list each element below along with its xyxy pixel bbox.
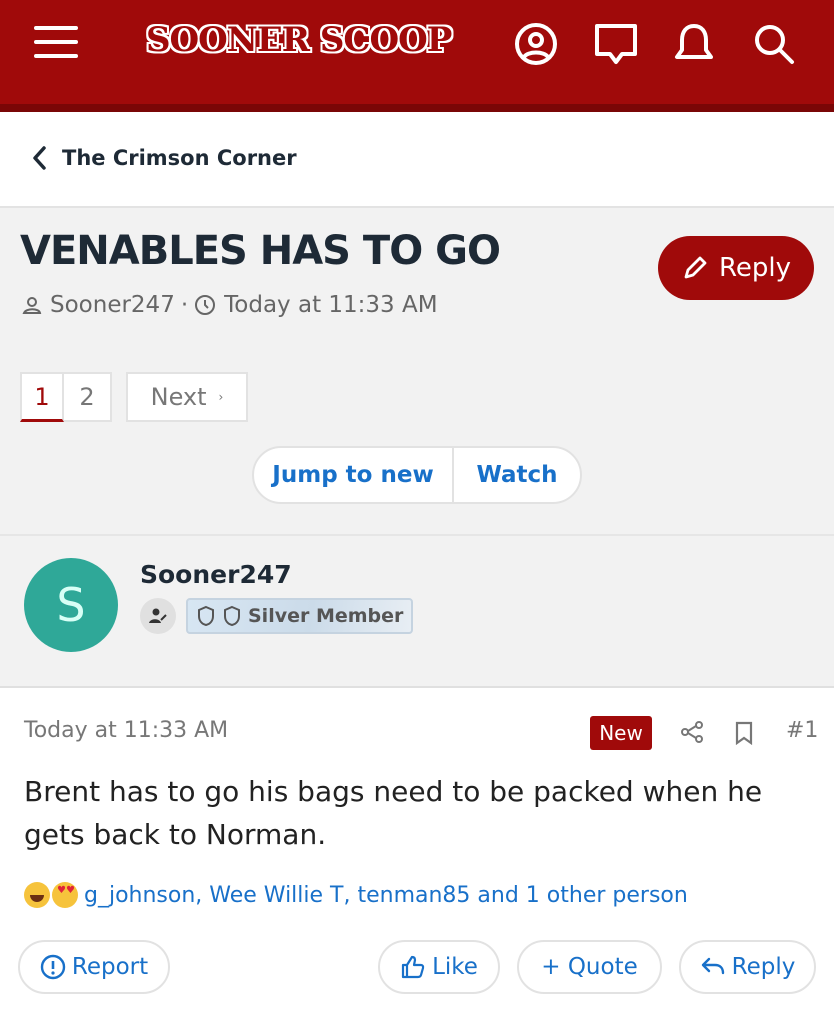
post-number[interactable]: #1: [786, 718, 818, 743]
like-button[interactable]: Like: [378, 940, 500, 994]
reply-thread-button[interactable]: Reply: [658, 236, 814, 300]
jump-to-new-button[interactable]: Jump to new: [254, 448, 454, 502]
avatar[interactable]: S: [24, 558, 118, 652]
next-page-label: Next: [150, 383, 207, 411]
search-icon[interactable]: [750, 20, 798, 68]
chevron-left-icon: [33, 146, 46, 170]
like-label: Like: [432, 954, 478, 980]
bookmark-icon[interactable]: [734, 721, 754, 745]
report-label: Report: [71, 954, 149, 980]
post-body: Brent has to go his bags need to be pack…: [24, 775, 763, 851]
breadcrumb-label: The Crimson Corner: [62, 146, 297, 170]
thread-header: VENABLES HAS TO GO Reply Sooner247 · Tod…: [0, 210, 834, 534]
user-icon: [22, 297, 42, 314]
shield-icon: [224, 605, 240, 627]
post: Today at 11:33 AM New #1 Brent has to go…: [0, 688, 834, 1023]
thread-meta: Sooner247 · Today at 11:33 AM: [22, 292, 438, 318]
thread-author[interactable]: Sooner247: [50, 292, 175, 318]
shield-icon: [198, 605, 214, 627]
alert-icon: [40, 954, 66, 980]
user-title-badge: Silver Member: [186, 598, 414, 634]
page-1-link[interactable]: 1: [20, 372, 64, 422]
reactions-bar[interactable]: g_johnson, Wee Willie T, tenman85 and 1 …: [24, 882, 688, 908]
user-edit-icon: [140, 598, 176, 634]
reply-thread-label: Reply: [718, 253, 791, 283]
report-button[interactable]: Report: [18, 940, 170, 994]
site-logo[interactable]: SOONER SCOOP: [146, 20, 452, 60]
pencil-icon: [684, 256, 707, 279]
account-icon[interactable]: [512, 20, 560, 68]
quote-button[interactable]: + Quote: [517, 940, 662, 994]
page-title: VENABLES HAS TO GO: [20, 228, 501, 274]
alerts-icon[interactable]: [670, 20, 718, 68]
post-time[interactable]: Today at 11:33 AM: [24, 718, 228, 743]
breadcrumb-bar: The Crimson Corner: [0, 112, 834, 208]
thumbs-up-icon: [401, 955, 425, 979]
thread-time[interactable]: Today at 11:33 AM: [224, 292, 437, 318]
menu-icon[interactable]: [34, 26, 78, 62]
top-bar: SOONER SCOOP: [0, 0, 834, 112]
pagination: 1 2 Next ›: [20, 372, 248, 422]
reply-post-label: Reply: [731, 954, 796, 980]
clock-icon: [195, 295, 216, 315]
watch-button[interactable]: Watch: [454, 448, 580, 502]
conversations-icon[interactable]: [592, 20, 640, 68]
meta-separator: ·: [180, 292, 189, 318]
reaction-users[interactable]: g_johnson, Wee Willie T, tenman85 and 1 …: [84, 883, 688, 908]
share-icon[interactable]: [680, 720, 704, 744]
breadcrumb[interactable]: The Crimson Corner: [32, 146, 297, 170]
reply-arrow-icon: [701, 957, 724, 975]
chevron-right-icon: ›: [218, 390, 224, 404]
laugh-emoji-icon: [24, 882, 50, 908]
reply-post-button[interactable]: Reply: [679, 940, 816, 994]
post-user-info: S Sooner247 Silver Member: [0, 534, 834, 688]
heart-eyes-emoji-icon: [52, 882, 78, 908]
thread-actions: Jump to new Watch: [252, 446, 582, 504]
next-page-button[interactable]: Next ›: [126, 372, 248, 422]
new-badge: New: [590, 716, 652, 750]
page-2-link[interactable]: 2: [64, 372, 112, 422]
username[interactable]: Sooner247: [140, 560, 292, 589]
user-badge-label: Silver Member: [248, 605, 404, 627]
